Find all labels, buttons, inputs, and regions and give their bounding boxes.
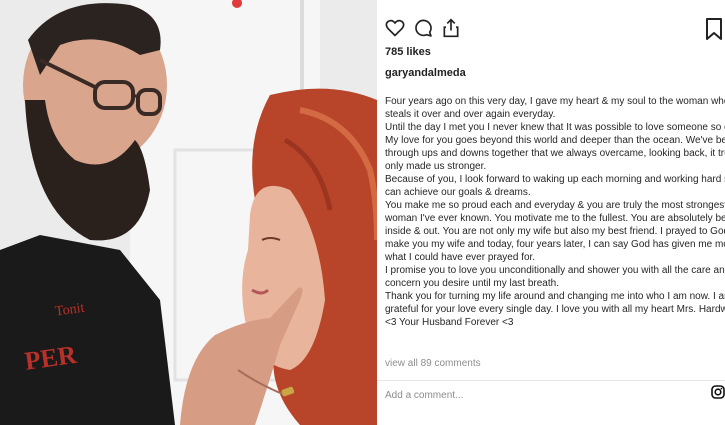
caption-line: I promise you to love you unconditionall… [385,265,725,276]
bookmark-icon[interactable] [705,18,723,40]
caption-line: can achieve our goals & dreams. [385,187,531,198]
caption-line: make you my wife and today, four years l… [385,239,725,250]
add-comment-input[interactable] [385,390,685,401]
caption-line: Because of you, I look forward to waking… [385,174,725,185]
comment-divider [377,380,725,381]
caption-line: My love for you goes beyond this world a… [385,135,725,146]
post-details-panel: 785 likes garyandalmeda Four years ago o… [377,0,725,425]
caption-line: Four years ago on this very day, I gave … [385,96,725,107]
share-icon[interactable] [440,17,462,39]
caption-line: You make me so proud each and everyday &… [385,200,725,211]
caption-line: grateful for your love every single day.… [385,304,725,315]
caption-line: steals it over and over again everyday. [385,109,556,120]
caption-line: what I could have ever prayed for. [385,252,536,263]
caption-line: Thank you for turning my life around and… [385,291,725,302]
likes-count[interactable]: 785 likes [385,46,431,58]
post-actions [384,17,462,39]
caption-line: woman I've ever known. You motivate me t… [385,213,725,224]
caption-line: <3 Your Husband Forever <3 [385,317,514,328]
caption-line: through ups and downs together that we a… [385,148,725,159]
post-photo: PER Tonit [0,0,377,425]
post-caption: Four years ago on this very day, I gave … [385,95,725,329]
caption-line: Until the day I met you I never knew tha… [385,122,725,133]
caption-line: concern you desire until my last breath. [385,278,559,289]
couple-photo-illustration: PER Tonit [0,0,377,425]
instagram-icon [711,385,725,399]
heart-icon[interactable] [384,17,406,39]
caption-line: only made us stronger. [385,161,487,172]
post-username[interactable]: garyandalmeda [385,67,466,79]
comment-icon[interactable] [412,17,434,39]
caption-line: inside & out. You are not only my wife b… [385,226,725,237]
view-all-comments-link[interactable]: view all 89 comments [385,358,481,369]
instagram-post-screenshot: PER Tonit 785 likes garyandalmeda Four y… [0,0,725,425]
